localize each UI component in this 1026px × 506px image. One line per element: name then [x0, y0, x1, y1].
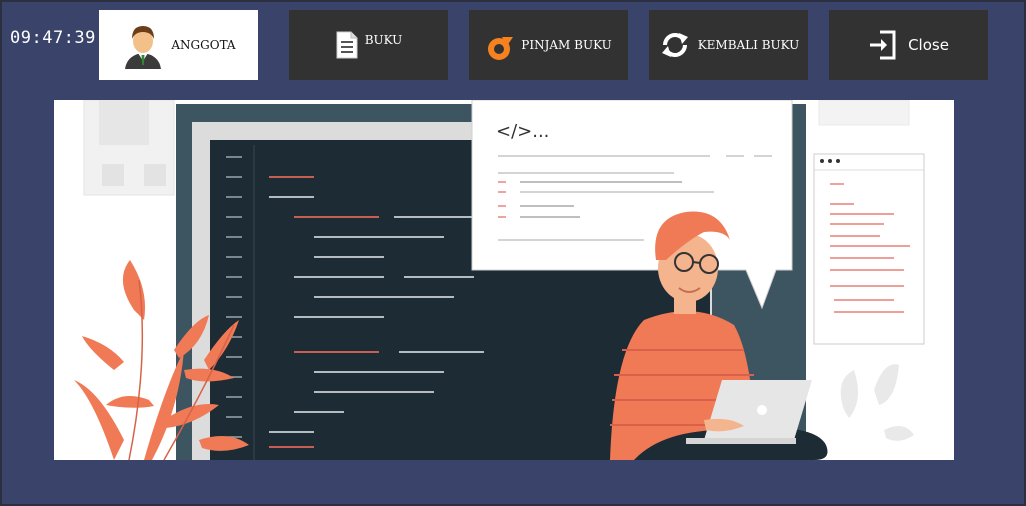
user-avatar-icon — [121, 21, 165, 69]
pinjam-buku-label: PINJAM BUKU — [521, 38, 612, 52]
programmer-illustration: </>... — [74, 100, 925, 460]
sign-in-icon — [868, 29, 898, 61]
document-icon — [335, 30, 359, 60]
kembali-buku-label: KEMBALI BUKU — [697, 38, 800, 52]
buku-label: BUKU — [364, 33, 403, 47]
kembali-buku-button[interactable]: KEMBALI BUKU — [649, 10, 808, 80]
pinjam-buku-button[interactable]: PINJAM BUKU — [469, 10, 628, 80]
clock: 09:47:39 — [10, 28, 96, 48]
buku-button[interactable]: BUKU — [289, 10, 448, 80]
swap-arrows-icon — [658, 28, 692, 62]
anggota-button[interactable]: ANGGOTA — [99, 10, 258, 80]
refresh-orange-icon — [485, 33, 515, 63]
code-tag-text: </>... — [496, 121, 549, 142]
banner-illustration: </>... — [54, 100, 954, 460]
anggota-label: ANGGOTA — [171, 38, 236, 52]
close-label: Close — [908, 36, 949, 54]
close-button[interactable]: Close — [829, 10, 988, 80]
